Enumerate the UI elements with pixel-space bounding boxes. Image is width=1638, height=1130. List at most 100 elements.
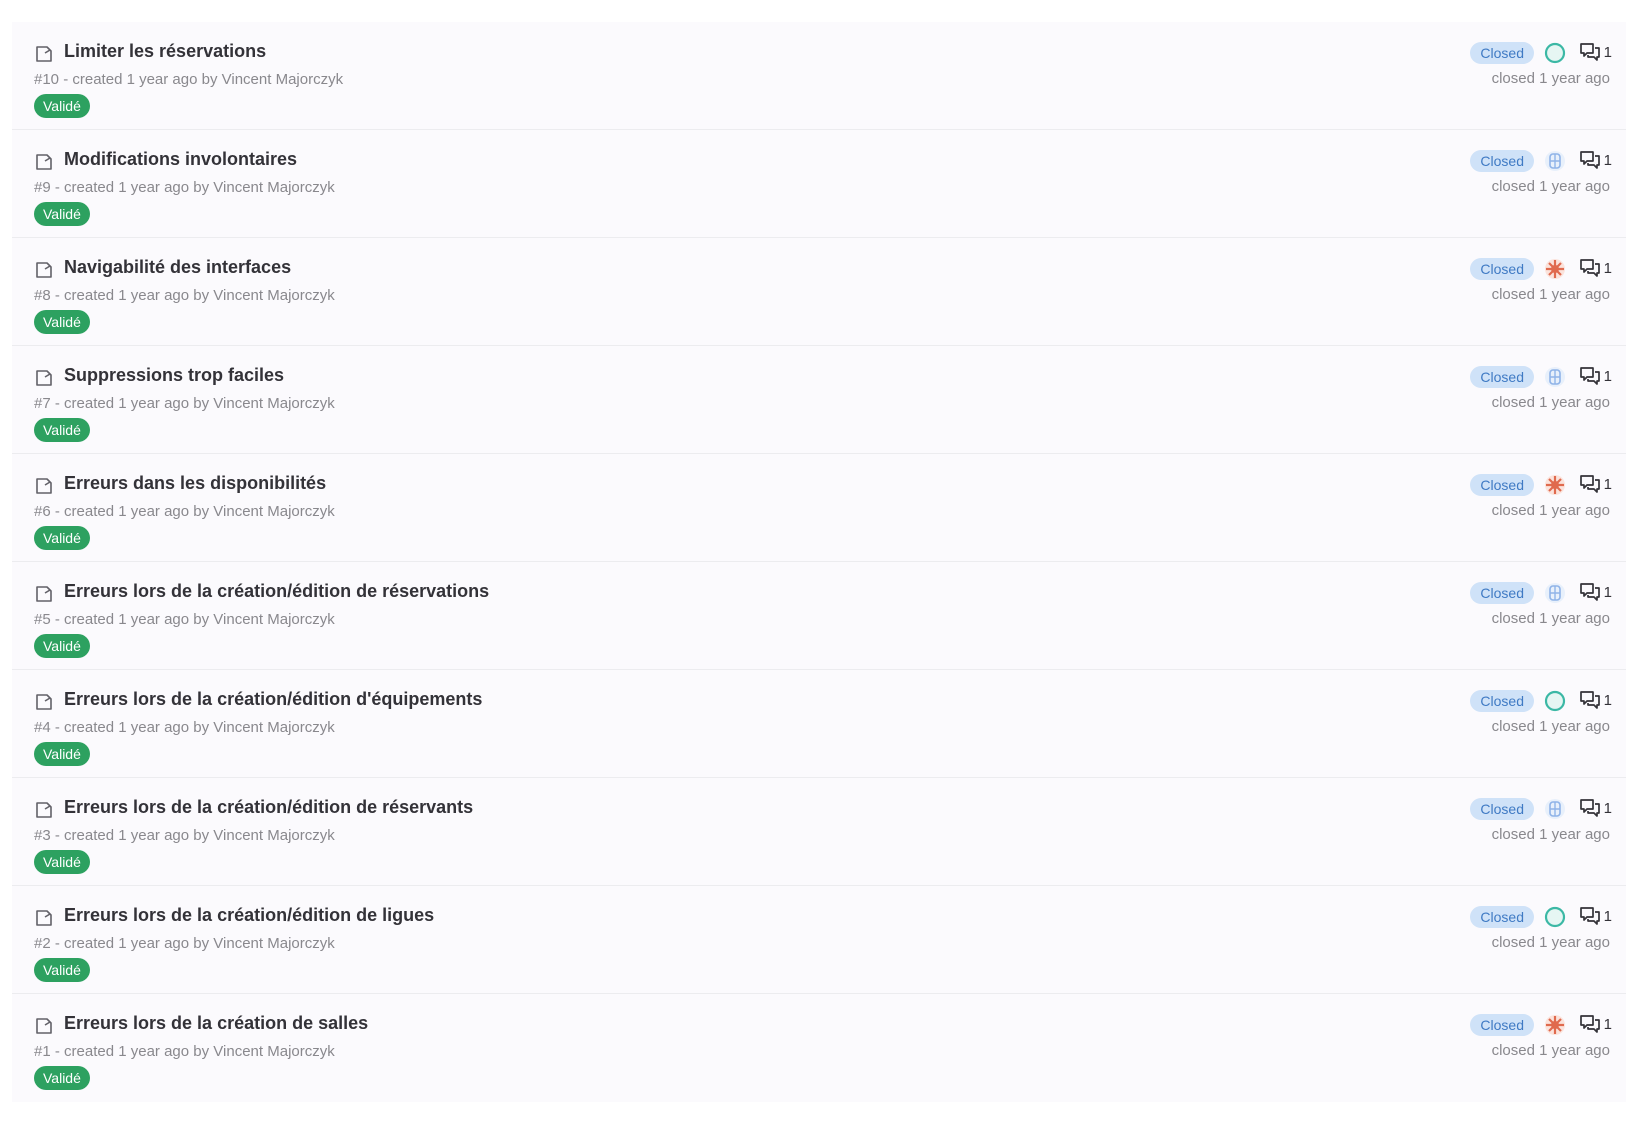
- issue-row: Erreurs dans les disponibilités #6 - cre…: [12, 454, 1626, 562]
- issue-created-text: created 1 year ago by: [64, 611, 210, 628]
- label-badge[interactable]: Validé: [34, 742, 90, 766]
- issue-number: #2: [34, 935, 51, 952]
- comments-link[interactable]: 1: [1579, 581, 1612, 603]
- assignee-avatar[interactable]: [1544, 1014, 1566, 1036]
- issue-created-text: created 1 year ago by: [64, 503, 210, 520]
- issue-row: Suppressions trop faciles #7 - created 1…: [12, 346, 1626, 454]
- assignee-avatar[interactable]: [1544, 366, 1566, 388]
- comments-icon: [1579, 474, 1601, 494]
- label-badge[interactable]: Validé: [34, 418, 90, 442]
- issue-title[interactable]: Modifications involontaires: [64, 149, 297, 170]
- issue-created-text: created 1 year ago by: [64, 179, 210, 196]
- issue-meta: #8 - created 1 year ago by Vincent Major…: [34, 287, 335, 304]
- comments-link[interactable]: 1: [1579, 41, 1612, 63]
- closed-time: closed 1 year ago: [1491, 502, 1610, 519]
- issue-number: #3: [34, 827, 51, 844]
- issue-number: #1: [34, 1043, 51, 1060]
- status-badge: Closed: [1470, 1014, 1534, 1036]
- comments-link[interactable]: 1: [1579, 797, 1612, 819]
- issue-created-text: created 1 year ago by: [72, 71, 218, 88]
- author-link[interactable]: Vincent Majorczyk: [222, 71, 343, 88]
- status-badge: Closed: [1470, 258, 1534, 280]
- issue-closed-icon: [34, 692, 54, 712]
- author-link[interactable]: Vincent Majorczyk: [213, 1043, 334, 1060]
- issue-row: Erreurs lors de la création/édition de l…: [12, 886, 1626, 994]
- issue-closed-icon: [34, 908, 54, 928]
- issue-row: Limiter les réservations #10 - created 1…: [12, 22, 1626, 130]
- assignee-avatar[interactable]: [1544, 582, 1566, 604]
- author-link[interactable]: Vincent Majorczyk: [213, 287, 334, 304]
- comments-link[interactable]: 1: [1579, 257, 1612, 279]
- issue-closed-icon: [34, 1016, 54, 1036]
- issue-meta: #6 - created 1 year ago by Vincent Major…: [34, 503, 335, 520]
- label-badge[interactable]: Validé: [34, 1066, 90, 1090]
- issue-row: Navigabilité des interfaces #8 - created…: [12, 238, 1626, 346]
- author-link[interactable]: Vincent Majorczyk: [213, 503, 334, 520]
- comments-icon: [1579, 582, 1601, 602]
- issue-title[interactable]: Erreurs dans les disponibilités: [64, 473, 326, 494]
- author-link[interactable]: Vincent Majorczyk: [213, 611, 334, 628]
- issue-row: Erreurs lors de la création/édition de r…: [12, 562, 1626, 670]
- issue-title[interactable]: Erreurs lors de la création/édition de r…: [64, 797, 473, 818]
- issue-list: Limiter les réservations #10 - created 1…: [12, 22, 1626, 1102]
- assignee-avatar[interactable]: [1544, 258, 1566, 280]
- comments-icon: [1579, 690, 1601, 710]
- comments-icon: [1579, 798, 1601, 818]
- issue-title[interactable]: Erreurs lors de la création/édition d'éq…: [64, 689, 482, 710]
- label-badge[interactable]: Validé: [34, 526, 90, 550]
- issue-closed-icon: [34, 584, 54, 604]
- status-badge: Closed: [1470, 42, 1534, 64]
- comments-link[interactable]: 1: [1579, 689, 1612, 711]
- comments-link[interactable]: 1: [1579, 473, 1612, 495]
- issue-number: #5: [34, 611, 51, 628]
- issue-title[interactable]: Suppressions trop faciles: [64, 365, 284, 386]
- comments-count: 1: [1603, 43, 1612, 61]
- issue-closed-icon: [34, 260, 54, 280]
- label-badge[interactable]: Validé: [34, 958, 90, 982]
- issue-created-text: created 1 year ago by: [64, 719, 210, 736]
- issue-title[interactable]: Erreurs lors de la création de salles: [64, 1013, 368, 1034]
- comments-link[interactable]: 1: [1579, 149, 1612, 171]
- label-badge[interactable]: Validé: [34, 850, 90, 874]
- assignee-avatar[interactable]: [1544, 798, 1566, 820]
- author-link[interactable]: Vincent Majorczyk: [213, 719, 334, 736]
- issue-closed-icon: [34, 44, 54, 64]
- author-link[interactable]: Vincent Majorczyk: [213, 935, 334, 952]
- closed-time: closed 1 year ago: [1491, 70, 1610, 87]
- closed-time: closed 1 year ago: [1491, 934, 1610, 951]
- comments-link[interactable]: 1: [1579, 365, 1612, 387]
- label-badge[interactable]: Validé: [34, 634, 90, 658]
- assignee-avatar[interactable]: [1544, 690, 1566, 712]
- label-badge[interactable]: Validé: [34, 202, 90, 226]
- issue-meta: #2 - created 1 year ago by Vincent Major…: [34, 935, 335, 952]
- label-badge[interactable]: Validé: [34, 310, 90, 334]
- issue-number: #7: [34, 395, 51, 412]
- label-badge[interactable]: Validé: [34, 94, 90, 118]
- status-badge: Closed: [1470, 366, 1534, 388]
- author-link[interactable]: Vincent Majorczyk: [213, 179, 334, 196]
- issue-title[interactable]: Erreurs lors de la création/édition de l…: [64, 905, 434, 926]
- issue-title[interactable]: Limiter les réservations: [64, 41, 266, 62]
- author-link[interactable]: Vincent Majorczyk: [213, 827, 334, 844]
- comments-icon: [1579, 1014, 1601, 1034]
- assignee-avatar[interactable]: [1544, 474, 1566, 496]
- comments-link[interactable]: 1: [1579, 905, 1612, 927]
- closed-time: closed 1 year ago: [1491, 286, 1610, 303]
- assignee-avatar[interactable]: [1544, 906, 1566, 928]
- assignee-avatar[interactable]: [1544, 42, 1566, 64]
- issue-row: Erreurs lors de la création/édition d'éq…: [12, 670, 1626, 778]
- comments-icon: [1579, 42, 1601, 62]
- status-badge: Closed: [1470, 474, 1534, 496]
- issue-meta: #4 - created 1 year ago by Vincent Major…: [34, 719, 335, 736]
- issue-created-text: created 1 year ago by: [64, 395, 210, 412]
- comments-count: 1: [1603, 691, 1612, 709]
- issue-row: Erreurs lors de la création de salles #1…: [12, 994, 1626, 1102]
- closed-time: closed 1 year ago: [1491, 718, 1610, 735]
- assignee-avatar[interactable]: [1544, 150, 1566, 172]
- issue-title[interactable]: Navigabilité des interfaces: [64, 257, 291, 278]
- comments-link[interactable]: 1: [1579, 1013, 1612, 1035]
- author-link[interactable]: Vincent Majorczyk: [213, 395, 334, 412]
- issue-row: Modifications involontaires #9 - created…: [12, 130, 1626, 238]
- comments-count: 1: [1603, 1015, 1612, 1033]
- issue-title[interactable]: Erreurs lors de la création/édition de r…: [64, 581, 489, 602]
